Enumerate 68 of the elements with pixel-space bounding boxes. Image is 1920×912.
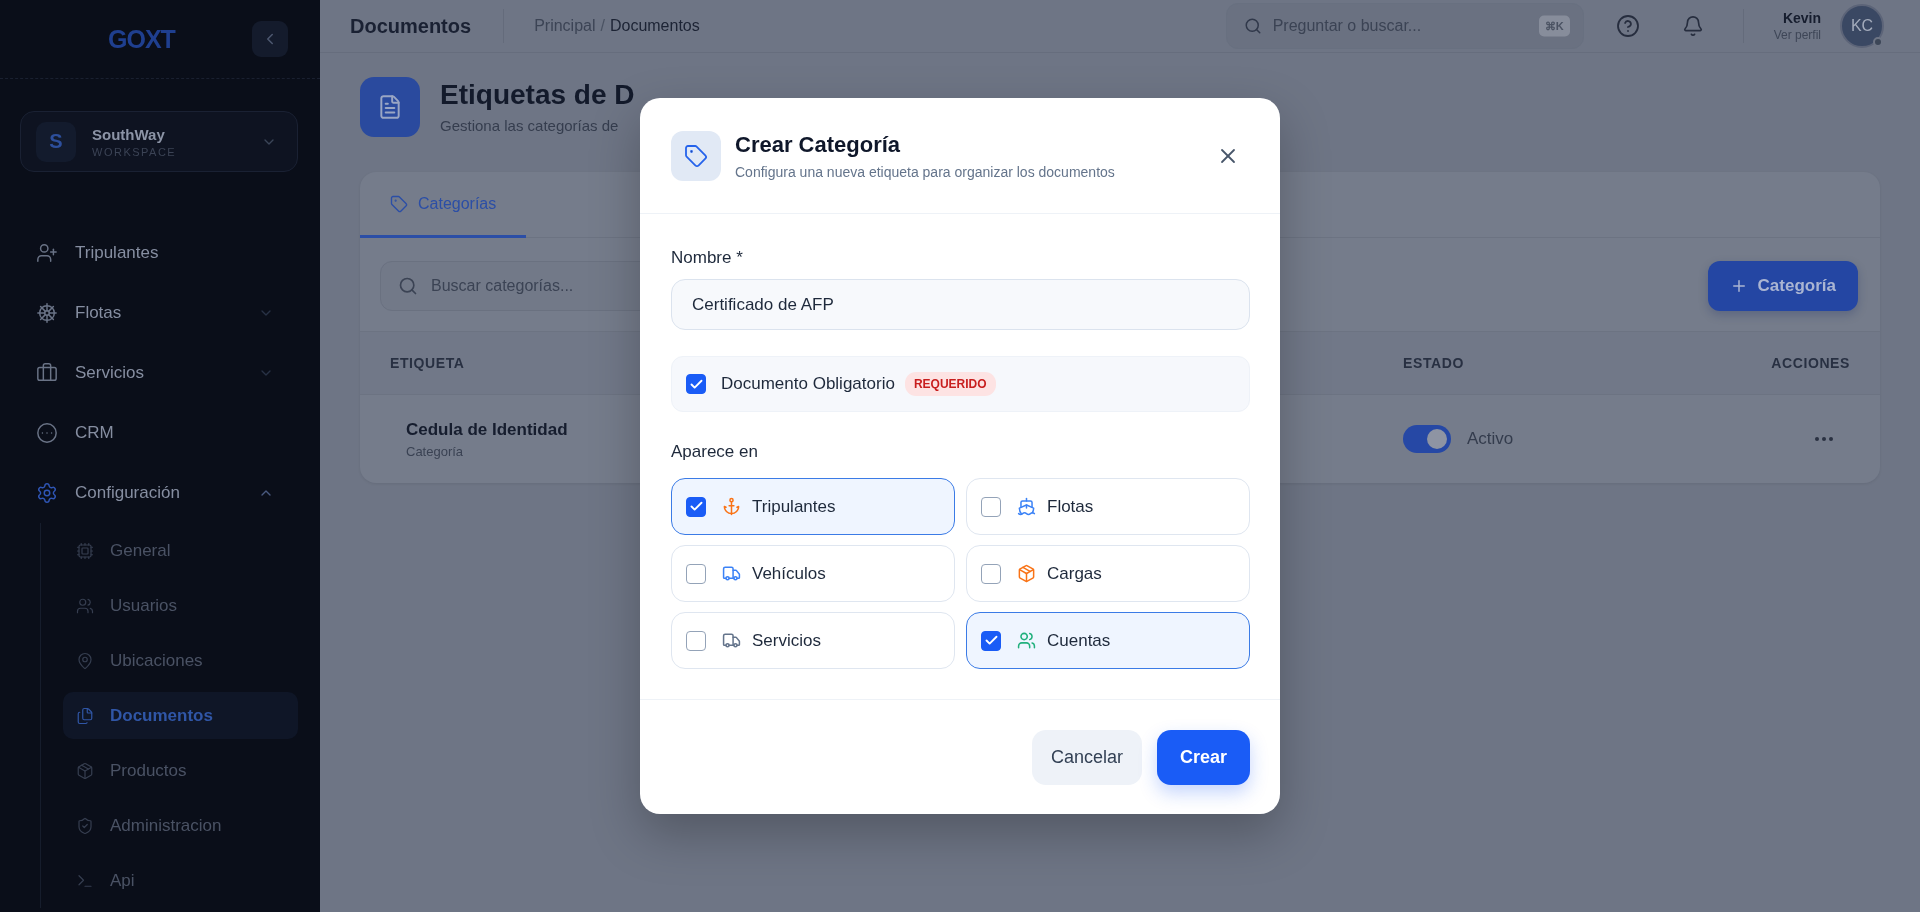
column-header: ESTADO bbox=[1403, 355, 1465, 371]
option-card[interactable]: Cuentas bbox=[966, 612, 1250, 669]
checkbox[interactable] bbox=[981, 563, 1001, 584]
check-icon bbox=[688, 499, 704, 514]
more-icon bbox=[1815, 437, 1833, 441]
shortcut-key: ⌘K bbox=[1538, 15, 1570, 37]
section-title: Documentos bbox=[350, 14, 472, 38]
option-card[interactable]: Servicios bbox=[671, 612, 955, 669]
checkbox[interactable] bbox=[981, 496, 1001, 517]
checkbox[interactable] bbox=[686, 563, 706, 584]
name-input[interactable]: Certificado de AFP bbox=[671, 279, 1250, 330]
toggle-switch[interactable] bbox=[1403, 425, 1451, 453]
map-pin-icon bbox=[76, 651, 94, 670]
create-button[interactable]: Crear bbox=[1156, 730, 1250, 785]
section-label: Aparece en bbox=[671, 441, 758, 463]
add-category-button[interactable]: Categoría bbox=[1707, 261, 1858, 311]
tag-name: Cedula de Identidad bbox=[406, 419, 568, 440]
page-subtitle: Gestiona las categorías de bbox=[440, 116, 619, 134]
logo: GOXT bbox=[108, 26, 175, 52]
nav-item[interactable]: Flotas bbox=[0, 283, 320, 343]
status-label: Activo bbox=[1467, 429, 1514, 449]
option-label: Flotas bbox=[1047, 496, 1094, 517]
check-icon bbox=[983, 633, 999, 648]
checkbox[interactable] bbox=[686, 496, 706, 517]
workspace-avatar: S bbox=[36, 121, 76, 162]
required-badge: REQUERIDO bbox=[904, 372, 996, 396]
files-icon bbox=[76, 706, 94, 725]
workspace-name: SouthWay bbox=[92, 125, 165, 143]
option-label: Cuentas bbox=[1047, 630, 1111, 651]
tag-icon bbox=[671, 131, 721, 181]
search-icon bbox=[398, 276, 418, 296]
nav-item[interactable]: Tripulantes bbox=[0, 223, 320, 283]
tag-type: Categoría bbox=[406, 443, 464, 459]
users-icon bbox=[76, 596, 94, 615]
nav-item[interactable]: Servicios bbox=[0, 343, 320, 403]
option-label: Vehículos bbox=[752, 563, 826, 584]
user-avatar[interactable]: KC bbox=[1840, 4, 1884, 48]
column-header: ETIQUETA bbox=[390, 355, 466, 371]
help-icon bbox=[1615, 14, 1640, 38]
bell-icon bbox=[1681, 15, 1704, 37]
option-card[interactable]: Vehículos bbox=[671, 545, 955, 602]
page-title: Etiquetas de D bbox=[440, 80, 635, 111]
checkbox[interactable] bbox=[686, 630, 706, 651]
field-label: Nombre * bbox=[671, 247, 743, 269]
checkbox[interactable] bbox=[981, 630, 1001, 651]
box-icon bbox=[76, 761, 94, 780]
nav-item[interactable]: CRM bbox=[0, 403, 320, 463]
option-label: Tripulantes bbox=[752, 496, 836, 517]
breadcrumb-current-page: Documentos bbox=[609, 17, 700, 35]
option-label: Cargas bbox=[1047, 563, 1102, 584]
tag-icon bbox=[390, 194, 408, 213]
breadcrumb-separator: / bbox=[600, 17, 605, 35]
cancel-button[interactable]: Cancelar bbox=[1031, 730, 1142, 785]
document-icon bbox=[360, 77, 420, 137]
option-card[interactable]: Tripulantes bbox=[671, 478, 955, 535]
option-card[interactable]: Cargas bbox=[966, 545, 1250, 602]
shield-icon bbox=[76, 816, 94, 835]
option-label: Servicios bbox=[752, 630, 821, 651]
dialog-title: Crear Categoría bbox=[735, 131, 901, 158]
search-icon bbox=[1243, 17, 1262, 35]
chip-icon bbox=[76, 541, 94, 560]
checkbox[interactable] bbox=[686, 374, 706, 394]
dialog-subtitle: Configura una nueva etiqueta para organizar los documentos bbox=[735, 163, 1115, 181]
option-card[interactable]: Flotas bbox=[966, 478, 1250, 535]
column-header: ACCIONES bbox=[1770, 355, 1850, 371]
user-name: Kevin bbox=[1782, 10, 1821, 26]
nav-item[interactable]: Configuración bbox=[0, 463, 320, 523]
checkbox-label: Documento Obligatorio bbox=[721, 374, 895, 394]
